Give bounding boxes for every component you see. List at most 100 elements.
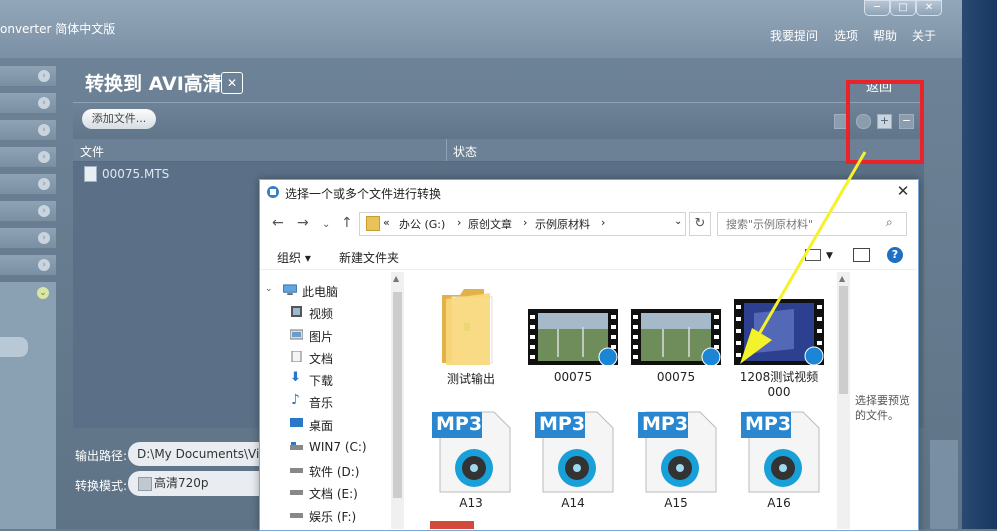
preview-pane-icon[interactable] xyxy=(853,248,870,262)
tree-item-videos[interactable]: 视频 xyxy=(309,305,333,322)
file-item[interactable] xyxy=(631,309,721,367)
music-icon: ♪ xyxy=(291,392,300,408)
tree-item-music[interactable]: 音乐 xyxy=(309,394,333,411)
mp3-badge: MP3 xyxy=(436,413,483,435)
new-folder-button[interactable]: 新建文件夹 xyxy=(339,249,399,266)
nav-category[interactable]: › xyxy=(0,93,56,114)
chevron-down-icon[interactable]: ⌄ xyxy=(265,284,273,294)
breadcrumb-folder[interactable]: 原创文章 xyxy=(468,216,512,232)
chevron-right-icon: › xyxy=(38,151,50,163)
file-item-label: 1208测试视频 000 xyxy=(739,370,819,399)
video-thumbnail xyxy=(631,309,721,367)
tree-item-desktop[interactable]: 桌面 xyxy=(309,417,333,434)
mp3-badge: MP3 xyxy=(745,413,792,435)
add-file-button[interactable]: 添加文件... xyxy=(82,109,156,129)
column-file[interactable]: 文件 xyxy=(80,143,104,160)
breadcrumb-folder[interactable]: 示例原材料 xyxy=(535,216,590,232)
file-item-partial[interactable] xyxy=(430,521,474,529)
column-status[interactable]: 状态 xyxy=(453,143,477,160)
up-arrow-icon[interactable]: ↑ xyxy=(341,215,353,231)
scroll-up-icon[interactable]: ▲ xyxy=(393,274,399,283)
file-row-name[interactable]: 00075.MTS xyxy=(102,167,169,181)
download-icon: ⬇ xyxy=(290,370,301,385)
file-item[interactable]: MP3 xyxy=(432,410,511,493)
close-icon[interactable]: ✕ xyxy=(896,183,910,199)
tree-scroll-thumb[interactable] xyxy=(393,292,402,498)
drive-icon xyxy=(290,490,303,495)
nav-category[interactable]: › xyxy=(0,228,56,249)
folder-icon xyxy=(442,289,493,365)
convert-mode-label: 转换模式: xyxy=(75,479,128,493)
tree-item-drive-d[interactable]: 软件 (D:) xyxy=(309,463,359,480)
chevron-down-icon[interactable]: ⌄ xyxy=(322,219,330,230)
tree-item-drive-f[interactable]: 娱乐 (F:) xyxy=(309,508,356,525)
search-placeholder: 搜索"示例原材料" xyxy=(726,218,814,231)
breadcrumb-sep[interactable]: › xyxy=(523,216,527,229)
scroll-up-icon[interactable]: ▲ xyxy=(839,274,845,283)
video-thumbnail xyxy=(734,299,824,366)
tree-item-drive-e[interactable]: 文档 (E:) xyxy=(309,485,358,502)
breadcrumb-sep[interactable]: › xyxy=(601,216,605,229)
back-arrow-icon[interactable]: ← xyxy=(272,215,284,231)
chevron-right-icon: › xyxy=(38,205,50,217)
hd-icon xyxy=(138,477,152,491)
highlight-box xyxy=(846,80,924,164)
chevron-down-icon[interactable]: ⌄ xyxy=(37,287,49,299)
desktop-background xyxy=(962,0,997,529)
tree-item-this-pc[interactable]: 此电脑 xyxy=(302,283,338,300)
breadcrumb-drive[interactable]: 办公 (G:) xyxy=(399,216,445,232)
tree-item-drive-c[interactable]: WIN7 (C:) xyxy=(309,440,367,454)
file-item[interactable]: MP3 xyxy=(535,410,614,493)
nav-category[interactable]: › xyxy=(0,201,56,222)
nav-category[interactable]: › xyxy=(0,174,56,195)
refresh-icon[interactable]: ↻ xyxy=(689,212,711,236)
output-path-value: D:\My Documents\Vid xyxy=(137,447,267,461)
tree-item-documents[interactable]: 文档 xyxy=(309,350,333,367)
menu-help[interactable]: 帮助 xyxy=(873,27,897,44)
organize-menu[interactable]: 组织 ▾ xyxy=(277,249,311,266)
file-item-label: 测试输出 xyxy=(446,372,495,386)
grid-scroll-thumb[interactable] xyxy=(839,286,848,394)
breadcrumb-sep[interactable]: › xyxy=(457,216,461,229)
search-icon[interactable]: ⌕ xyxy=(886,215,893,230)
forward-arrow-icon[interactable]: → xyxy=(297,215,309,231)
chevron-right-icon: › xyxy=(38,178,50,190)
menu-options[interactable]: 选项 xyxy=(834,27,858,44)
file-item[interactable] xyxy=(440,287,502,367)
tree-item-pictures[interactable]: 图片 xyxy=(309,328,333,345)
tree-item-downloads[interactable]: 下载 xyxy=(309,372,333,389)
file-item-label: 00075 xyxy=(656,370,696,384)
tools-icon[interactable]: ✕ xyxy=(221,72,243,94)
help-icon[interactable]: ? xyxy=(887,247,903,263)
file-item[interactable] xyxy=(734,299,824,366)
chevron-down-icon[interactable]: ⌄ xyxy=(674,216,682,227)
file-item[interactable]: MP3 xyxy=(638,410,717,493)
column-header xyxy=(73,139,924,162)
file-item[interactable]: MP3 xyxy=(741,410,820,493)
file-item[interactable] xyxy=(528,309,618,367)
breadcrumb-overflow[interactable]: « xyxy=(383,216,390,229)
menu-ask-question[interactable]: 我要提问 xyxy=(770,27,818,44)
drive-icon xyxy=(290,513,303,518)
nav-category[interactable]: › xyxy=(0,66,56,87)
dialog-title: 选择一个或多个文件进行转换 xyxy=(285,187,442,201)
nav-category[interactable]: › xyxy=(0,120,56,141)
video-file-icon xyxy=(84,166,97,182)
panel-side-area xyxy=(930,440,958,529)
maximize-button[interactable]: □ xyxy=(890,0,916,16)
nav-scroll-handle[interactable] xyxy=(0,337,28,357)
pictures-icon xyxy=(290,329,303,340)
close-button[interactable]: ✕ xyxy=(916,0,942,16)
preview-hint: 选择要预览的文件。 xyxy=(855,394,910,422)
folder-icon xyxy=(366,216,380,231)
app-title: onverter 简体中文版 xyxy=(0,22,116,36)
menu-about[interactable]: 关于 xyxy=(912,27,936,44)
chevron-down-icon[interactable]: ▼ xyxy=(826,251,833,261)
nav-category[interactable]: › xyxy=(0,147,56,168)
column-divider[interactable] xyxy=(446,139,447,161)
minimize-button[interactable]: ─ xyxy=(864,0,890,16)
panel-title: 转换到 AVI高清 xyxy=(85,73,222,95)
nav-category[interactable]: › xyxy=(0,255,56,276)
output-path-label: 输出路径: xyxy=(75,449,128,463)
view-options-icon[interactable] xyxy=(805,249,821,261)
